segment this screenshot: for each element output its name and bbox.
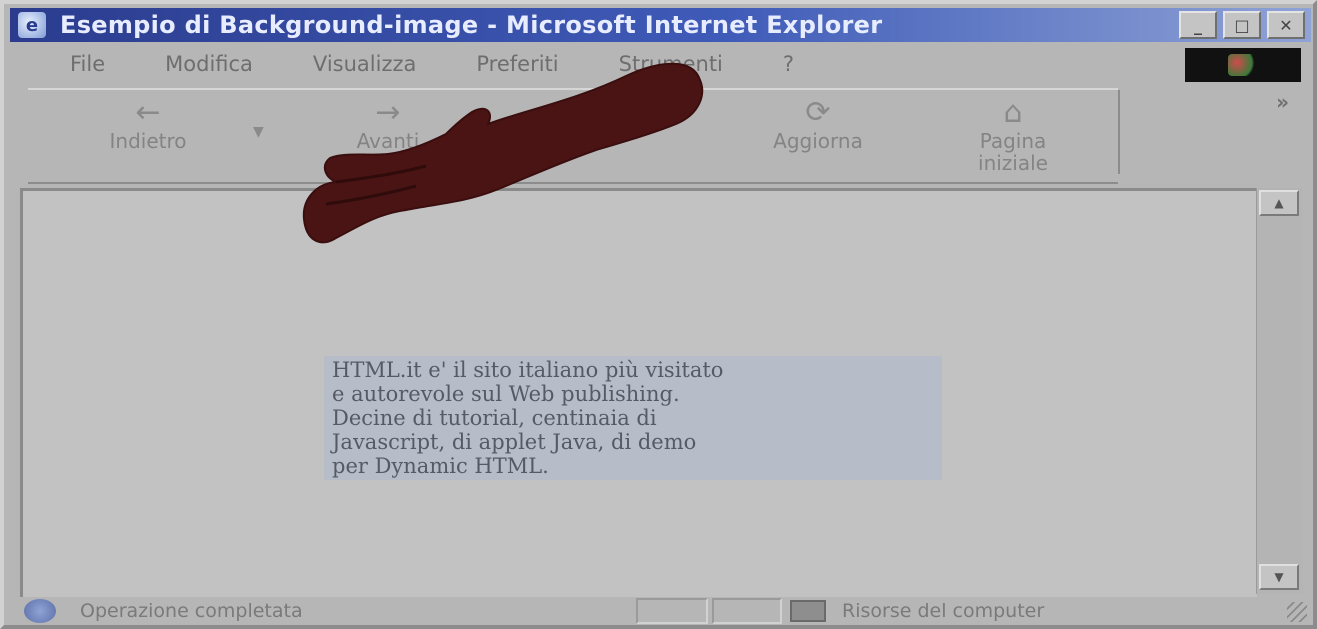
vertical-scrollbar[interactable]: ▲ ▼ — [1256, 188, 1303, 594]
zone-label: Risorse del computer — [842, 600, 1045, 622]
toolbar-chevron-icon[interactable]: » — [1276, 90, 1289, 114]
menu-help[interactable]: ? — [783, 52, 794, 76]
refresh-button[interactable]: ⟳ Aggiorna — [748, 96, 888, 176]
page-status-icon — [24, 599, 56, 623]
security-zone: Risorse del computer — [790, 596, 1045, 625]
content-line: Javascript, di applet Java, di demo — [332, 430, 697, 454]
computer-icon — [790, 600, 826, 622]
back-arrow-icon: ← — [135, 95, 161, 130]
status-bar: Operazione completata Risorse del comput… — [10, 596, 1311, 625]
back-dropdown-icon[interactable]: ▼ — [253, 124, 264, 140]
content-line: e autorevole sul Web publishing. — [332, 382, 680, 406]
content-line: per Dynamic HTML. — [332, 454, 549, 478]
menu-file[interactable]: File — [70, 52, 105, 76]
status-pane — [636, 598, 708, 624]
scroll-down-icon[interactable]: ▼ — [1259, 564, 1299, 590]
toolbar-separator — [1118, 90, 1120, 174]
home-icon: ⌂ — [1003, 95, 1023, 130]
scroll-up-icon[interactable]: ▲ — [1259, 190, 1299, 216]
refresh-label: Aggiorna — [773, 129, 863, 153]
resize-grip-icon[interactable] — [1287, 602, 1307, 622]
minimize-button[interactable]: _ — [1179, 11, 1217, 39]
browser-window: e Esempio di Background-image - Microsof… — [0, 0, 1317, 629]
internet-explorer-icon[interactable]: e — [18, 12, 46, 38]
home-button[interactable]: ⌂ Pagina iniziale — [943, 96, 1083, 176]
content-line: Decine di tutorial, centinaia di — [332, 406, 657, 430]
hand-cursor-overlay — [302, 62, 704, 244]
close-button[interactable]: ✕ — [1267, 11, 1305, 39]
back-label: Indietro — [109, 129, 187, 153]
windows-logo-icon — [1228, 54, 1258, 76]
menu-modifica[interactable]: Modifica — [165, 52, 253, 76]
home-label-line1: Pagina — [979, 129, 1047, 153]
title-bar[interactable]: e Esempio di Background-image - Microsof… — [10, 8, 1311, 42]
content-text-block: HTML.it e' il sito italiano più visitato… — [324, 356, 942, 480]
status-message: Operazione completata — [80, 600, 303, 622]
maximize-button[interactable]: □ — [1223, 11, 1261, 39]
content-line: HTML.it e' il sito italiano più visitato — [332, 358, 724, 382]
back-button[interactable]: ← Indietro — [78, 96, 218, 176]
status-pane — [712, 598, 782, 624]
window-controls: _ □ ✕ — [1179, 11, 1305, 39]
window-title: Esempio di Background-image - Microsoft … — [60, 11, 883, 39]
home-label-line2: iniziale — [978, 151, 1048, 175]
windows-logo-throbber — [1185, 48, 1301, 82]
refresh-icon: ⟳ — [805, 95, 831, 130]
